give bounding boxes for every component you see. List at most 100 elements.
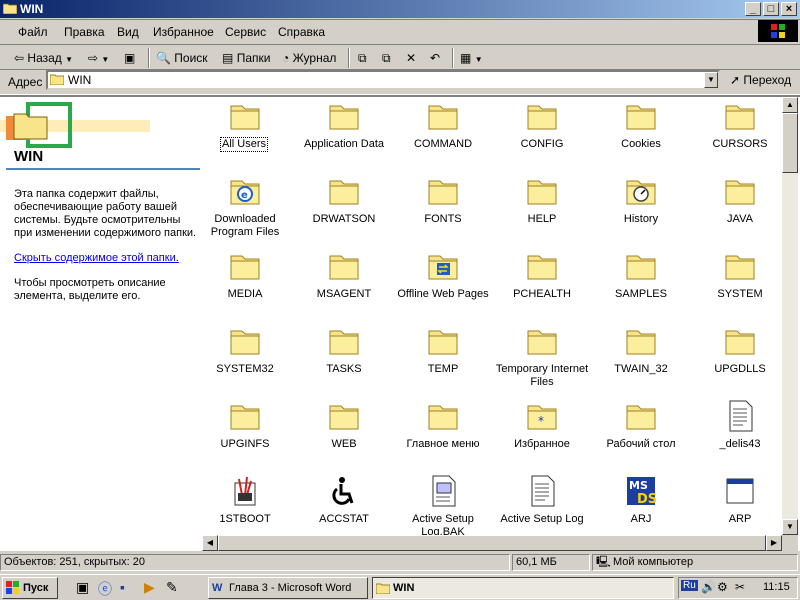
maximize-button[interactable]: □ [763, 2, 779, 16]
go-label: Переход [743, 73, 792, 87]
volume-icon[interactable]: 🔊 [701, 580, 716, 594]
scroll-down-button[interactable]: ▼ [782, 519, 798, 535]
journal-button[interactable]: ◔ Журнал [282, 49, 336, 67]
folders-icon: ▤ [222, 51, 234, 65]
scroll-left-button[interactable]: ◀ [202, 535, 218, 551]
file-item-label: Downloaded Program Files [210, 213, 280, 238]
vertical-scroll-thumb[interactable] [782, 113, 798, 173]
scroll-right-button[interactable]: ▶ [766, 535, 782, 551]
menu-edit[interactable]: Правка [64, 25, 105, 39]
title-bar[interactable]: WIN _ □ × [0, 0, 800, 18]
address-dropdown-button[interactable]: ▼ [704, 72, 718, 88]
folder-icon [329, 105, 359, 130]
up-folder-button[interactable]: ▣ [124, 49, 135, 67]
file-item-label: SAMPLES [615, 288, 667, 300]
favorites-folder-icon: * [527, 405, 557, 430]
folder-icon [527, 255, 557, 280]
file-item-label: DRWATSON [312, 213, 376, 225]
start-label: Пуск [23, 582, 49, 594]
banner-divider [6, 168, 200, 170]
folder-icon [428, 180, 458, 205]
task-button-win[interactable]: WIN [372, 577, 674, 599]
folder-title: WIN [14, 148, 44, 165]
file-item-label: ACCSTAT [319, 513, 369, 525]
windows-logo [758, 20, 798, 42]
forward-button[interactable]: ⇨ ▼ [88, 49, 109, 67]
horizontal-scrollbar[interactable]: ◀ ▶ [202, 535, 782, 551]
folders-label: Папки [236, 51, 271, 65]
offline-folder-icon [428, 255, 458, 280]
tray-app-icon[interactable]: ✂ [735, 580, 745, 594]
show-desktop-icon[interactable]: ▣ [76, 579, 89, 596]
save-disk-icon[interactable]: ▪ [120, 579, 125, 595]
hide-contents-link[interactable]: Скрыть содержимое этой папки. [14, 252, 198, 264]
folder-icon [230, 405, 260, 430]
language-indicator[interactable]: Ru [681, 580, 698, 591]
go-button[interactable]: ➚ Переход [730, 73, 791, 87]
chevron-up-icon: ▲ [786, 100, 794, 109]
search-button[interactable]: 🔍 Поиск [156, 49, 208, 67]
folder-icon [626, 405, 656, 430]
move-to-button[interactable]: ⧉ [358, 49, 367, 67]
notepad-icon[interactable]: ✎ [166, 579, 178, 596]
file-item-label: PCHEALTH [513, 288, 571, 300]
address-input[interactable] [46, 70, 720, 90]
menu-favorites[interactable]: Избранное [153, 25, 214, 39]
standard-toolbar: ⇦ Назад ▼ ⇨ ▼ ▣ 🔍 Поиск ▤ Папки ◔ Журнал… [0, 44, 800, 70]
menu-view[interactable]: Вид [117, 25, 139, 39]
media-player-icon[interactable]: ▶ [144, 579, 155, 596]
svg-text:DS: DS [637, 492, 657, 507]
undo-icon: ↶ [430, 51, 441, 65]
menu-file[interactable]: Файл [18, 25, 48, 39]
delete-button[interactable]: ✕ [406, 49, 416, 67]
scroll-up-button[interactable]: ▲ [782, 97, 798, 113]
folder-icon [376, 583, 390, 594]
folder-description: Эта папка содержит файлы, обеспечивающие… [14, 188, 197, 239]
folder-icon [626, 330, 656, 355]
folder-icon [329, 405, 359, 430]
copy-to-button[interactable]: ⧉ [382, 49, 391, 67]
start-button[interactable]: Пуск [2, 577, 58, 599]
network-icon[interactable]: ⚙ [717, 580, 728, 594]
folders-button[interactable]: ▤ Папки [222, 49, 270, 67]
folder-icon [230, 105, 260, 130]
chevron-right-icon: ▶ [770, 538, 778, 547]
accessibility-icon [332, 477, 354, 505]
toolbar-separator [452, 48, 454, 68]
file-item-label: _delis43 [719, 438, 761, 450]
status-size: 60,1 МБ [512, 554, 590, 571]
folder-icon [329, 330, 359, 355]
undo-button[interactable]: ↶ [430, 49, 440, 67]
system-tray: Ru 🔊 ⚙ ✂ 11:15 [678, 577, 798, 599]
hide-contents-link-period: . [175, 252, 179, 264]
vertical-scrollbar[interactable]: ▲ ▼ [782, 97, 798, 535]
file-item-label: History [623, 213, 659, 225]
horizontal-scroll-thumb[interactable] [218, 535, 766, 551]
clock[interactable]: 11:15 [763, 581, 790, 593]
ie-folder-icon: e [230, 180, 260, 205]
menu-help[interactable]: Справка [278, 25, 325, 39]
folder-icon [428, 405, 458, 430]
back-arrow-icon: ⇦ [14, 51, 25, 65]
views-button[interactable]: ▦ ▼ [460, 49, 483, 67]
toolbar-separator [148, 48, 150, 68]
file-item-label: UPGINFS [220, 438, 270, 450]
ie-icon[interactable]: ⓔ [98, 579, 112, 599]
folder-icon [626, 255, 656, 280]
status-objects: Объектов: 251, скрытых: 20 [0, 554, 510, 571]
file-item-label: Temporary Internet Files [495, 363, 589, 388]
minimize-button[interactable]: _ [745, 2, 761, 16]
file-item-label: TWAIN_32 [614, 363, 668, 375]
move-to-icon: ⧉ [358, 51, 367, 65]
forward-arrow-icon: ⇨ [88, 51, 99, 65]
select-info-text: Чтобы просмотреть описание элемента, выд… [14, 277, 166, 302]
task-button-word[interactable]: W Глава 3 - Microsoft Word [208, 577, 368, 599]
back-button[interactable]: ⇦ Назад ▼ [14, 49, 73, 67]
chevron-down-icon: ▼ [65, 55, 74, 64]
views-grid-icon: ▦ [460, 51, 472, 65]
close-button[interactable]: × [781, 2, 797, 16]
menu-tools[interactable]: Сервис [225, 25, 266, 39]
search-label: Поиск [174, 51, 208, 65]
file-item-label: Избранное [514, 438, 570, 450]
history-icon: ◔ [282, 51, 290, 65]
